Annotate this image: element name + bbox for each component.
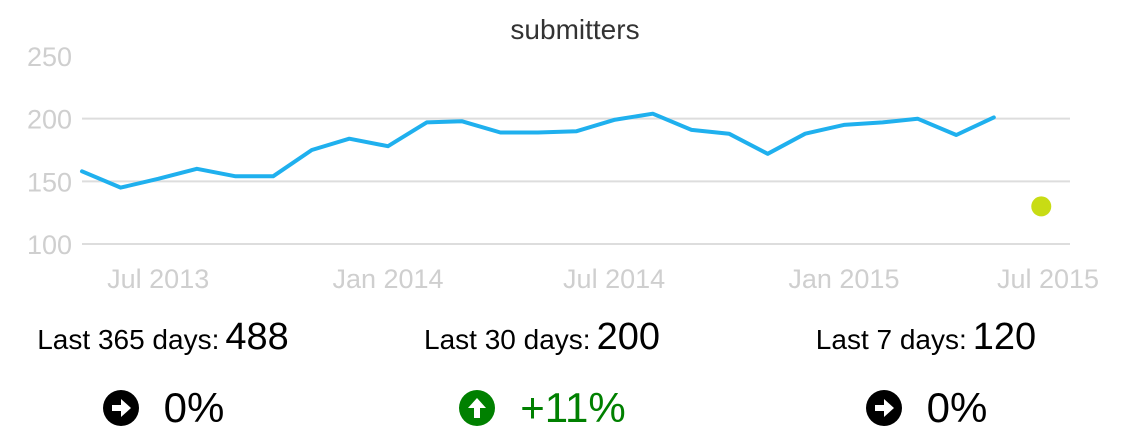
y-tick-label: 250 <box>27 42 72 72</box>
stat-summary: Last 365 days: 488 <box>0 316 351 359</box>
stat-summary: Last 30 days: 200 <box>354 316 730 359</box>
stat-value: 200 <box>596 316 660 358</box>
change-value: 0% <box>163 384 225 431</box>
x-axis-ticks: Jul 2013 Jan 2014 Jul 2014 Jan 2015 Jul 2015 <box>107 264 1099 294</box>
grid-layer <box>82 117 1070 245</box>
change-value: +11% <box>520 384 626 431</box>
y-axis-ticks: 100 150 200 250 <box>27 42 72 260</box>
x-tick-label: Jul 2014 <box>563 264 665 294</box>
x-tick-label: Jul 2015 <box>997 264 1099 294</box>
series-line <box>80 111 996 190</box>
x-tick-label: Jul 2013 <box>107 264 209 294</box>
arrow-right-circle-icon <box>102 389 140 427</box>
y-tick-label: 150 <box>27 167 72 197</box>
arrow-up-circle-icon <box>458 389 496 427</box>
x-tick-label: Jan 2015 <box>788 264 899 294</box>
stat-label: Last 30 days: <box>424 324 591 355</box>
stat-change: 0% <box>0 387 351 429</box>
stat-summary: Last 7 days: 120 <box>738 316 1114 359</box>
arrow-right-circle-icon <box>865 389 903 427</box>
change-value: 0% <box>926 384 988 431</box>
stat-last-365-days: Last 365 days: 488 0% <box>0 316 351 429</box>
scatter-point <box>1031 196 1052 217</box>
stat-last-7-days: Last 7 days: 120 0% <box>738 316 1114 429</box>
stat-value: 488 <box>225 316 289 358</box>
y-tick-label: 200 <box>27 105 72 135</box>
stat-label: Last 365 days: <box>37 324 220 355</box>
stat-change: 0% <box>738 387 1114 429</box>
y-tick-label: 100 <box>27 230 72 260</box>
stat-change: +11% <box>354 387 730 429</box>
chart-title: submitters <box>510 14 639 45</box>
submitters-chart: submitters 100 150 200 250 Jul 2013 Jan 2014… <box>27 14 1099 294</box>
stat-value: 120 <box>972 316 1037 358</box>
series-layer <box>80 111 1052 217</box>
stat-label: Last 7 days: <box>815 324 967 355</box>
stat-last-30-days: Last 30 days: 200 +11% <box>354 316 730 429</box>
submitters-widget: submitters 100 150 200 250 Jul 2013 Jan 2014… <box>0 0 1128 448</box>
x-tick-label: Jan 2014 <box>332 264 443 294</box>
